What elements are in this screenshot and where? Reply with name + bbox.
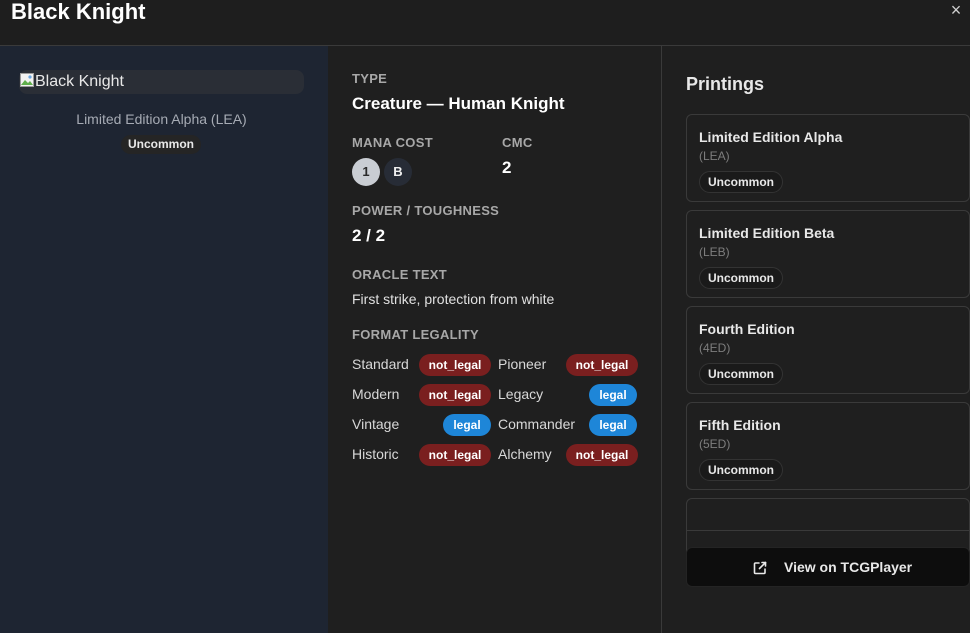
card-image-alt: Black Knight: [35, 73, 124, 90]
printing-name: Fifth Edition: [699, 417, 781, 433]
mana-cost-label: MANA COST: [352, 135, 433, 150]
format-name: Vintage: [352, 416, 400, 432]
legality-badge: not_legal: [566, 354, 638, 376]
legality-badge: legal: [443, 414, 491, 436]
printings-list[interactable]: Limited Edition Alpha (LEA) Uncommon Lim…: [686, 114, 970, 560]
format-name: Modern: [352, 386, 400, 402]
printing-item[interactable]: Fifth Edition (5ED) Uncommon: [686, 402, 970, 490]
card-set-line: Limited Edition Alpha (LEA): [76, 111, 247, 127]
rarity-badge: Uncommon: [121, 135, 201, 154]
view-on-tcgplayer-button[interactable]: View on TCGPlayer: [686, 547, 970, 587]
printing-item[interactable]: Limited Edition Beta (LEB) Uncommon: [686, 210, 970, 298]
type-value: Creature — Human Knight: [352, 94, 565, 113]
card-image-panel: Black Knight Limited Edition Alpha (LEA)…: [0, 46, 328, 633]
mana-symbol-generic: 1: [352, 158, 380, 186]
format-name: Historic: [352, 446, 399, 462]
type-label: TYPE: [352, 71, 388, 86]
printing-name: Fourth Edition: [699, 321, 795, 337]
dialog-header: Black Knight ×: [0, 0, 970, 46]
legality-badge: not_legal: [419, 444, 491, 466]
legality-badge: not_legal: [419, 354, 491, 376]
tcgplayer-button-label: View on TCGPlayer: [784, 559, 913, 575]
legality-badge: not_legal: [566, 444, 638, 466]
printing-set-code: (5ED): [699, 437, 731, 451]
format-name: Standard: [352, 356, 409, 372]
power-toughness-value: 2 / 2: [352, 226, 386, 245]
format-name: Legacy: [498, 386, 544, 402]
legality-badge: not_legal: [419, 384, 491, 406]
mana-symbol-black: B: [384, 158, 412, 186]
printing-set-code: (LEA): [699, 149, 730, 163]
printing-rarity-badge: Uncommon: [699, 171, 783, 193]
printing-name: Limited Edition Alpha: [699, 129, 843, 145]
printings-separator: [686, 530, 970, 531]
printing-rarity-badge: Uncommon: [699, 363, 783, 385]
legality-badge: legal: [589, 414, 637, 436]
format-name: Commander: [498, 416, 576, 432]
format-name: Pioneer: [498, 356, 547, 372]
printing-name: Limited Edition Beta: [699, 225, 835, 241]
printing-set-code: (4ED): [699, 341, 731, 355]
oracle-text: First strike, protection from white: [352, 291, 555, 307]
printing-item[interactable]: Fourth Edition (4ED) Uncommon: [686, 306, 970, 394]
cmc-value: 2: [502, 158, 512, 177]
printing-rarity-badge: Uncommon: [699, 267, 783, 289]
card-title: Black Knight: [11, 0, 146, 24]
legality-badge: legal: [589, 384, 637, 406]
printing-rarity-badge: Uncommon: [699, 459, 783, 481]
format-name: Alchemy: [498, 446, 552, 462]
printings-title: Printings: [686, 74, 765, 94]
printing-set-code: (LEB): [699, 245, 730, 259]
external-link-icon: [753, 561, 767, 575]
power-toughness-label: POWER / TOUGHNESS: [352, 203, 500, 218]
oracle-text-label: ORACLE TEXT: [352, 267, 448, 282]
format-legality-label: FORMAT LEGALITY: [352, 327, 480, 342]
printings-panel: Printings Limited Edition Alpha (LEA) Un…: [662, 46, 970, 633]
printing-item[interactable]: Limited Edition Alpha (LEA) Uncommon: [686, 114, 970, 202]
broken-image-icon: [20, 73, 34, 87]
close-icon[interactable]: ×: [948, 1, 964, 19]
card-details-panel: TYPE Creature — Human Knight MANA COST 1…: [328, 46, 661, 633]
cmc-label: CMC: [502, 135, 533, 150]
card-image: Black Knight: [19, 70, 304, 94]
